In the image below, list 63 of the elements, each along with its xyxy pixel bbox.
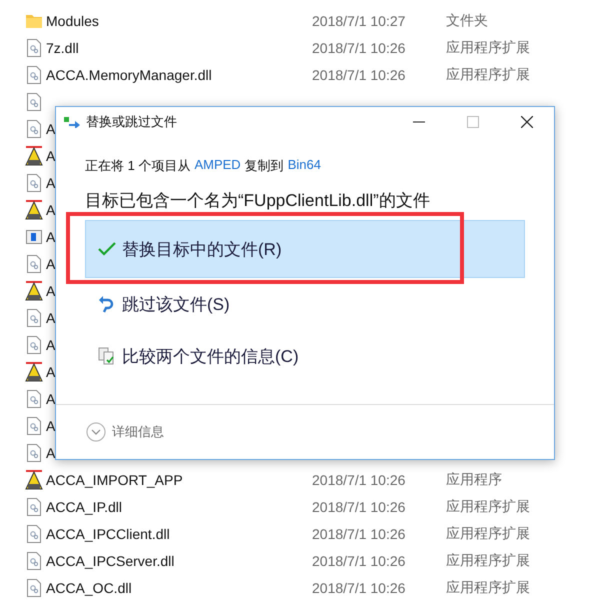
file-date: 2018/7/1 10:27 xyxy=(312,12,406,28)
file-name[interactable]: ACCA_IP.dll xyxy=(46,498,312,514)
file-icon xyxy=(27,174,41,192)
copy-text: 复制到 xyxy=(244,157,284,175)
file-date: 2018/7/1 10:26 xyxy=(312,66,406,82)
file-type: 应用程序扩展 xyxy=(446,498,530,516)
option-button[interactable]: 比较两个文件的信息(C) xyxy=(85,330,525,382)
source-link[interactable]: AMPED xyxy=(194,157,241,175)
close-icon xyxy=(521,116,533,128)
file-icon xyxy=(27,336,41,354)
file-type: 应用程序 xyxy=(446,470,502,488)
window-icon xyxy=(26,230,42,244)
file-type: 应用程序扩展 xyxy=(446,552,530,570)
file-icon xyxy=(27,552,41,570)
file-date: 2018/7/1 10:26 xyxy=(312,40,406,56)
details-toggle[interactable]: 详细信息 xyxy=(112,423,164,441)
file-icon xyxy=(27,390,41,408)
option-button[interactable]: 替换目标中的文件(R) xyxy=(85,220,525,278)
file-date: 2018/7/1 10:26 xyxy=(312,472,406,488)
file-date: 2018/7/1 10:26 xyxy=(312,580,406,596)
file-icon xyxy=(27,498,41,516)
file-name[interactable]: ACCA.MemoryManager.dll xyxy=(46,66,312,82)
file-date: 2018/7/1 10:26 xyxy=(312,552,406,568)
file-date: 2018/7/1 10:26 xyxy=(312,526,406,542)
file-icon xyxy=(27,66,41,84)
file-icon xyxy=(27,444,41,462)
file-name[interactable]: Modules xyxy=(46,12,312,28)
dialog-heading: 目标已包含一个名为“FUppClientLib.dll”的文件 xyxy=(85,190,431,212)
app-icon xyxy=(25,146,43,166)
app-icon xyxy=(25,280,43,300)
file-type: 应用程序扩展 xyxy=(446,38,530,56)
copy-text: 正在将 1 个项目从 xyxy=(85,157,190,175)
file-icon xyxy=(27,92,41,110)
destination-link[interactable]: Bin64 xyxy=(288,157,321,175)
file-icon xyxy=(27,308,41,326)
file-name[interactable]: ACCA_OC.dll xyxy=(46,580,312,596)
documents-icon xyxy=(98,347,116,365)
file-icon xyxy=(27,254,41,272)
file-icon xyxy=(27,524,41,542)
file-name[interactable]: 7z.dll xyxy=(46,40,312,56)
file-type: 应用程序扩展 xyxy=(446,66,530,84)
file-type: 应用程序扩展 xyxy=(446,578,530,596)
app-icon xyxy=(25,470,43,490)
window-title: 替换或跳过文件 xyxy=(86,113,177,131)
copy-icon xyxy=(64,116,80,128)
option-button[interactable]: 跳过该文件(S) xyxy=(85,278,525,330)
undo-arrow-icon xyxy=(98,295,116,313)
file-name[interactable]: ACCA_IPCClient.dll xyxy=(46,526,312,542)
file-type: 文件夹 xyxy=(446,12,488,30)
file-date: 2018/7/1 10:26 xyxy=(312,498,406,514)
check-icon xyxy=(98,241,116,257)
file-icon xyxy=(27,38,41,56)
file-icon xyxy=(27,120,41,138)
file-name[interactable]: ACCA_IPCServer.dll xyxy=(46,552,312,568)
folder-icon xyxy=(26,14,42,28)
app-icon xyxy=(25,362,43,382)
file-icon xyxy=(27,578,41,596)
maximize-icon xyxy=(467,116,479,128)
app-icon xyxy=(25,200,43,220)
chevron-icon[interactable] xyxy=(86,422,106,442)
file-name[interactable]: ACCA_IMPORT_APP xyxy=(46,472,312,488)
file-type: 应用程序扩展 xyxy=(446,524,530,542)
file-icon xyxy=(27,416,41,434)
